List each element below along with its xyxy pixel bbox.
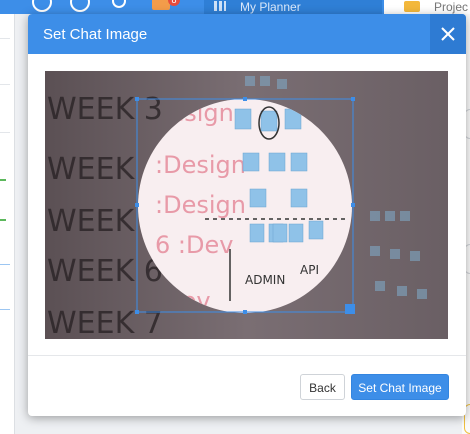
check-icon — [0, 219, 6, 221]
add-icon[interactable] — [32, 0, 52, 12]
app-left-panel — [0, 14, 15, 434]
dialog-header: Set Chat Image — [28, 14, 466, 54]
divider — [0, 132, 10, 133]
crop-selection[interactable] — [135, 97, 355, 314]
project-tab[interactable]: Projec — [384, 0, 470, 14]
set-chat-image-button[interactable]: Set Chat Image — [351, 374, 449, 400]
folder-icon — [404, 1, 420, 12]
planner-tab[interactable]: My Planner — [204, 0, 382, 14]
dialog-footer-divider — [28, 355, 466, 356]
check-icon — [0, 179, 6, 181]
image-cropper[interactable]: WEEK 3 WEEK 4 WEEK 5 WEEK 6 WEEK 7 3 :De… — [45, 71, 448, 339]
project-label: Projec — [434, 0, 469, 14]
close-icon — [441, 27, 455, 41]
crop-resize-handle[interactable] — [345, 304, 355, 314]
close-button[interactable] — [430, 14, 466, 54]
planner-label: My Planner — [240, 0, 301, 14]
divider — [0, 38, 10, 39]
help-icon[interactable] — [70, 0, 90, 12]
divider — [0, 264, 10, 265]
grid-icon — [214, 1, 226, 11]
divider — [0, 309, 10, 310]
app-topbar: 8 My Planner Projec — [0, 0, 470, 14]
back-button[interactable]: Back — [300, 374, 345, 400]
search-icon[interactable] — [112, 0, 126, 8]
dialog-title: Set Chat Image — [43, 26, 148, 43]
set-chat-image-dialog: Set Chat Image WEEK 3 WEEK 4 WEEK 5 WEEK… — [28, 14, 466, 416]
divider — [0, 84, 10, 85]
